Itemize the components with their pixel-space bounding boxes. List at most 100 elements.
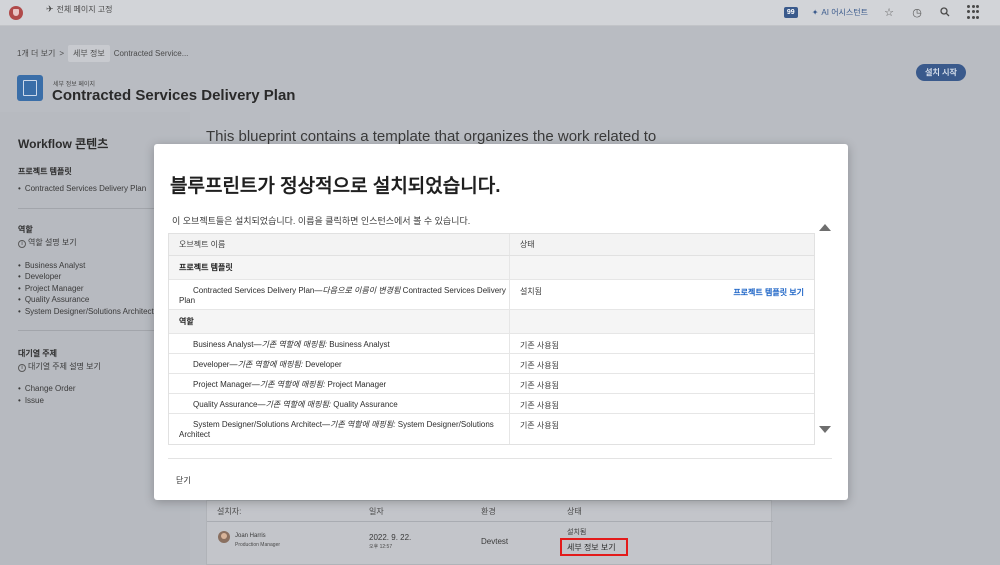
roles-heading: 역할: [18, 225, 33, 234]
project-templates-heading: 프로젝트 템플릿: [18, 167, 72, 176]
sidebar-item-role: Business Analyst: [18, 261, 85, 270]
info-icon: i: [18, 240, 26, 248]
object-name-link[interactable]: Business Analyst: [193, 340, 253, 349]
column-header-status: 상태: [567, 507, 582, 516]
ai-assistant-label: AI 어시스턴트: [821, 7, 868, 17]
sidebar-item-role: Project Manager: [18, 284, 84, 293]
object-note: —다음으로 이름이 변경됨: [314, 286, 403, 295]
page-title: Contracted Services Delivery Plan: [52, 87, 296, 104]
breadcrumb-trail[interactable]: Contracted Service...: [114, 49, 189, 58]
installer-name: Joan Harris: [235, 533, 266, 539]
table-row: Developer—기존 역할에 매핑됨: Developer 기존 사용됨: [169, 354, 814, 374]
table-row: Business Analyst—기존 역할에 매핑됨: Business An…: [169, 334, 814, 354]
topics-link-label: 대기열 주제 설명 보기: [28, 362, 101, 371]
breadcrumb-current[interactable]: 세부 정보: [68, 45, 110, 62]
sidebar-title: Workflow 콘텐츠: [18, 137, 109, 151]
dialog-subtitle: 이 오브젝트들은 설치되었습니다. 이름을 클릭하면 인스턴스에서 볼 수 있습…: [172, 216, 471, 226]
blueprint-icon: [17, 75, 43, 101]
object-cell: Quality Assurance—기존 역할에 매핑됨: Quality As…: [169, 394, 510, 413]
object-name-link[interactable]: Developer: [193, 360, 229, 369]
table-row: Project Manager—기존 역할에 매핑됨: Project Mana…: [169, 374, 814, 394]
section-heading: 역할: [169, 310, 510, 333]
row-divider: [207, 521, 773, 522]
notifications-badge[interactable]: 99: [783, 6, 798, 18]
object-note: —기존 역할에 매핑됨:: [229, 360, 306, 369]
section-row-project-template: 프로젝트 템플릿: [169, 256, 814, 280]
table-row: System Designer/Solutions Architect—기존 역…: [169, 414, 814, 444]
table-row: Contracted Services Delivery Plan—다음으로 이…: [169, 280, 814, 310]
table-header-row: 오브젝트 이름 상태: [169, 234, 814, 256]
ai-assistant-button[interactable]: ✦ AI 어시스턴트: [812, 7, 868, 18]
object-note: —기존 역할에 매핑됨:: [257, 400, 334, 409]
status-cell: 기존 사용됨: [519, 341, 559, 350]
object-target: Developer: [305, 360, 342, 369]
apps-grid-icon[interactable]: [966, 5, 980, 19]
blueprint-description: This blueprint contains a template that …: [206, 128, 657, 145]
roles-description-link[interactable]: i 역할 설명 보기: [18, 237, 77, 248]
breadcrumb-more[interactable]: 1개 더 보기: [17, 48, 55, 59]
object-name-link[interactable]: Project Manager: [193, 380, 252, 389]
table-row: Quality Assurance—기존 역할에 매핑됨: Quality As…: [169, 394, 814, 414]
top-bar-actions: 99 ✦ AI 어시스턴트 ☆ ◷: [783, 5, 980, 19]
object-target: Quality Assurance: [333, 400, 398, 409]
star-icon[interactable]: ☆: [882, 5, 896, 19]
sidebar-item-template: Contracted Services Delivery Plan: [18, 184, 146, 193]
dialog-footer-divider: [168, 458, 832, 459]
sparkle-wand-icon: ✦: [811, 7, 819, 17]
status-cell: 설치됨 프로젝트 템플릿 보기: [510, 280, 814, 309]
object-note: —기존 역할에 매핑됨:: [251, 380, 328, 389]
object-target: Business Analyst: [329, 340, 390, 349]
breadcrumb-separator: >: [59, 49, 65, 58]
view-details-button[interactable]: 세부 정보 보기: [560, 538, 628, 556]
status-cell: 기존 사용됨: [519, 401, 559, 410]
view-template-link[interactable]: 프로젝트 템플릿 보기: [733, 287, 804, 298]
scroll-down-arrow-icon[interactable]: [819, 426, 831, 433]
scroll-up-arrow-icon[interactable]: [819, 224, 831, 231]
object-name-link[interactable]: Quality Assurance: [193, 400, 257, 409]
object-name-link[interactable]: Contracted Services Delivery Plan: [179, 286, 314, 295]
object-cell: System Designer/Solutions Architect—기존 역…: [169, 414, 510, 444]
search-icon[interactable]: [938, 5, 952, 19]
object-cell: Project Manager—기존 역할에 매핑됨: Project Mana…: [169, 374, 510, 393]
close-button[interactable]: 닫기: [176, 475, 191, 486]
object-note: —기존 역할에 매핑됨:: [253, 340, 330, 349]
pin-icon: ✈: [46, 4, 54, 14]
column-header-object-name: 오브젝트 이름: [169, 234, 510, 255]
sidebar-item-role: Developer: [18, 272, 61, 281]
install-environment: Devtest: [481, 537, 509, 546]
install-start-button[interactable]: 설치 시작: [916, 64, 966, 81]
object-target: Project Manager: [327, 380, 387, 389]
pin-label: 전체 페이지 고정: [56, 5, 113, 14]
installation-history-table: 설치자: 일자 환경 상태 Joan Harris Production Man…: [206, 500, 773, 565]
top-navigation-bar: ✈ 전체 페이지 고정 99 ✦ AI 어시스턴트 ☆ ◷: [0, 0, 1000, 26]
status-cell: 기존 사용됨: [519, 361, 559, 370]
info-icon: i: [18, 364, 26, 372]
object-cell: Business Analyst—기존 역할에 매핑됨: Business An…: [169, 334, 510, 353]
sidebar-item-topic: Change Order: [18, 384, 76, 393]
avatar: [218, 531, 230, 543]
installer-role: Production Manager: [235, 542, 281, 548]
object-cell: Contracted Services Delivery Plan—다음으로 이…: [169, 280, 510, 309]
status-cell: 기존 사용됨: [519, 381, 559, 390]
roles-link-label: 역할 설명 보기: [28, 238, 77, 247]
status-cell: 기존 사용됨: [519, 421, 559, 430]
breadcrumb: 1개 더 보기 > 세부 정보 Contracted Service...: [17, 45, 188, 62]
history-icon[interactable]: ◷: [910, 5, 924, 19]
sidebar-item-role: Quality Assurance: [18, 295, 89, 304]
topics-description-link[interactable]: i 대기열 주제 설명 보기: [18, 361, 101, 372]
sidebar-item-topic: Issue: [18, 396, 44, 405]
column-header-date: 일자: [369, 507, 384, 516]
column-header-installer: 설치자:: [217, 507, 242, 516]
topics-heading: 대기열 주제: [18, 349, 58, 358]
status-text: 설치됨: [519, 287, 543, 296]
app-logo-icon[interactable]: [9, 6, 23, 20]
column-header-environment: 환경: [481, 507, 496, 516]
object-name-link[interactable]: System Designer/Solutions Architect: [179, 420, 322, 429]
object-cell: Developer—기존 역할에 매핑됨: Developer: [169, 354, 510, 373]
install-status: 설치됨: [567, 529, 587, 536]
pin-page-button[interactable]: ✈ 전체 페이지 고정: [46, 4, 113, 15]
install-time: 오후 12:57: [369, 544, 393, 550]
object-note: —기존 역할에 매핑됨:: [321, 420, 398, 429]
install-date: 2022. 9. 22.: [369, 533, 412, 542]
install-success-dialog: 블루프린트가 정상적으로 설치되었습니다. 이 오브젝트들은 설치되었습니다. …: [154, 144, 848, 500]
